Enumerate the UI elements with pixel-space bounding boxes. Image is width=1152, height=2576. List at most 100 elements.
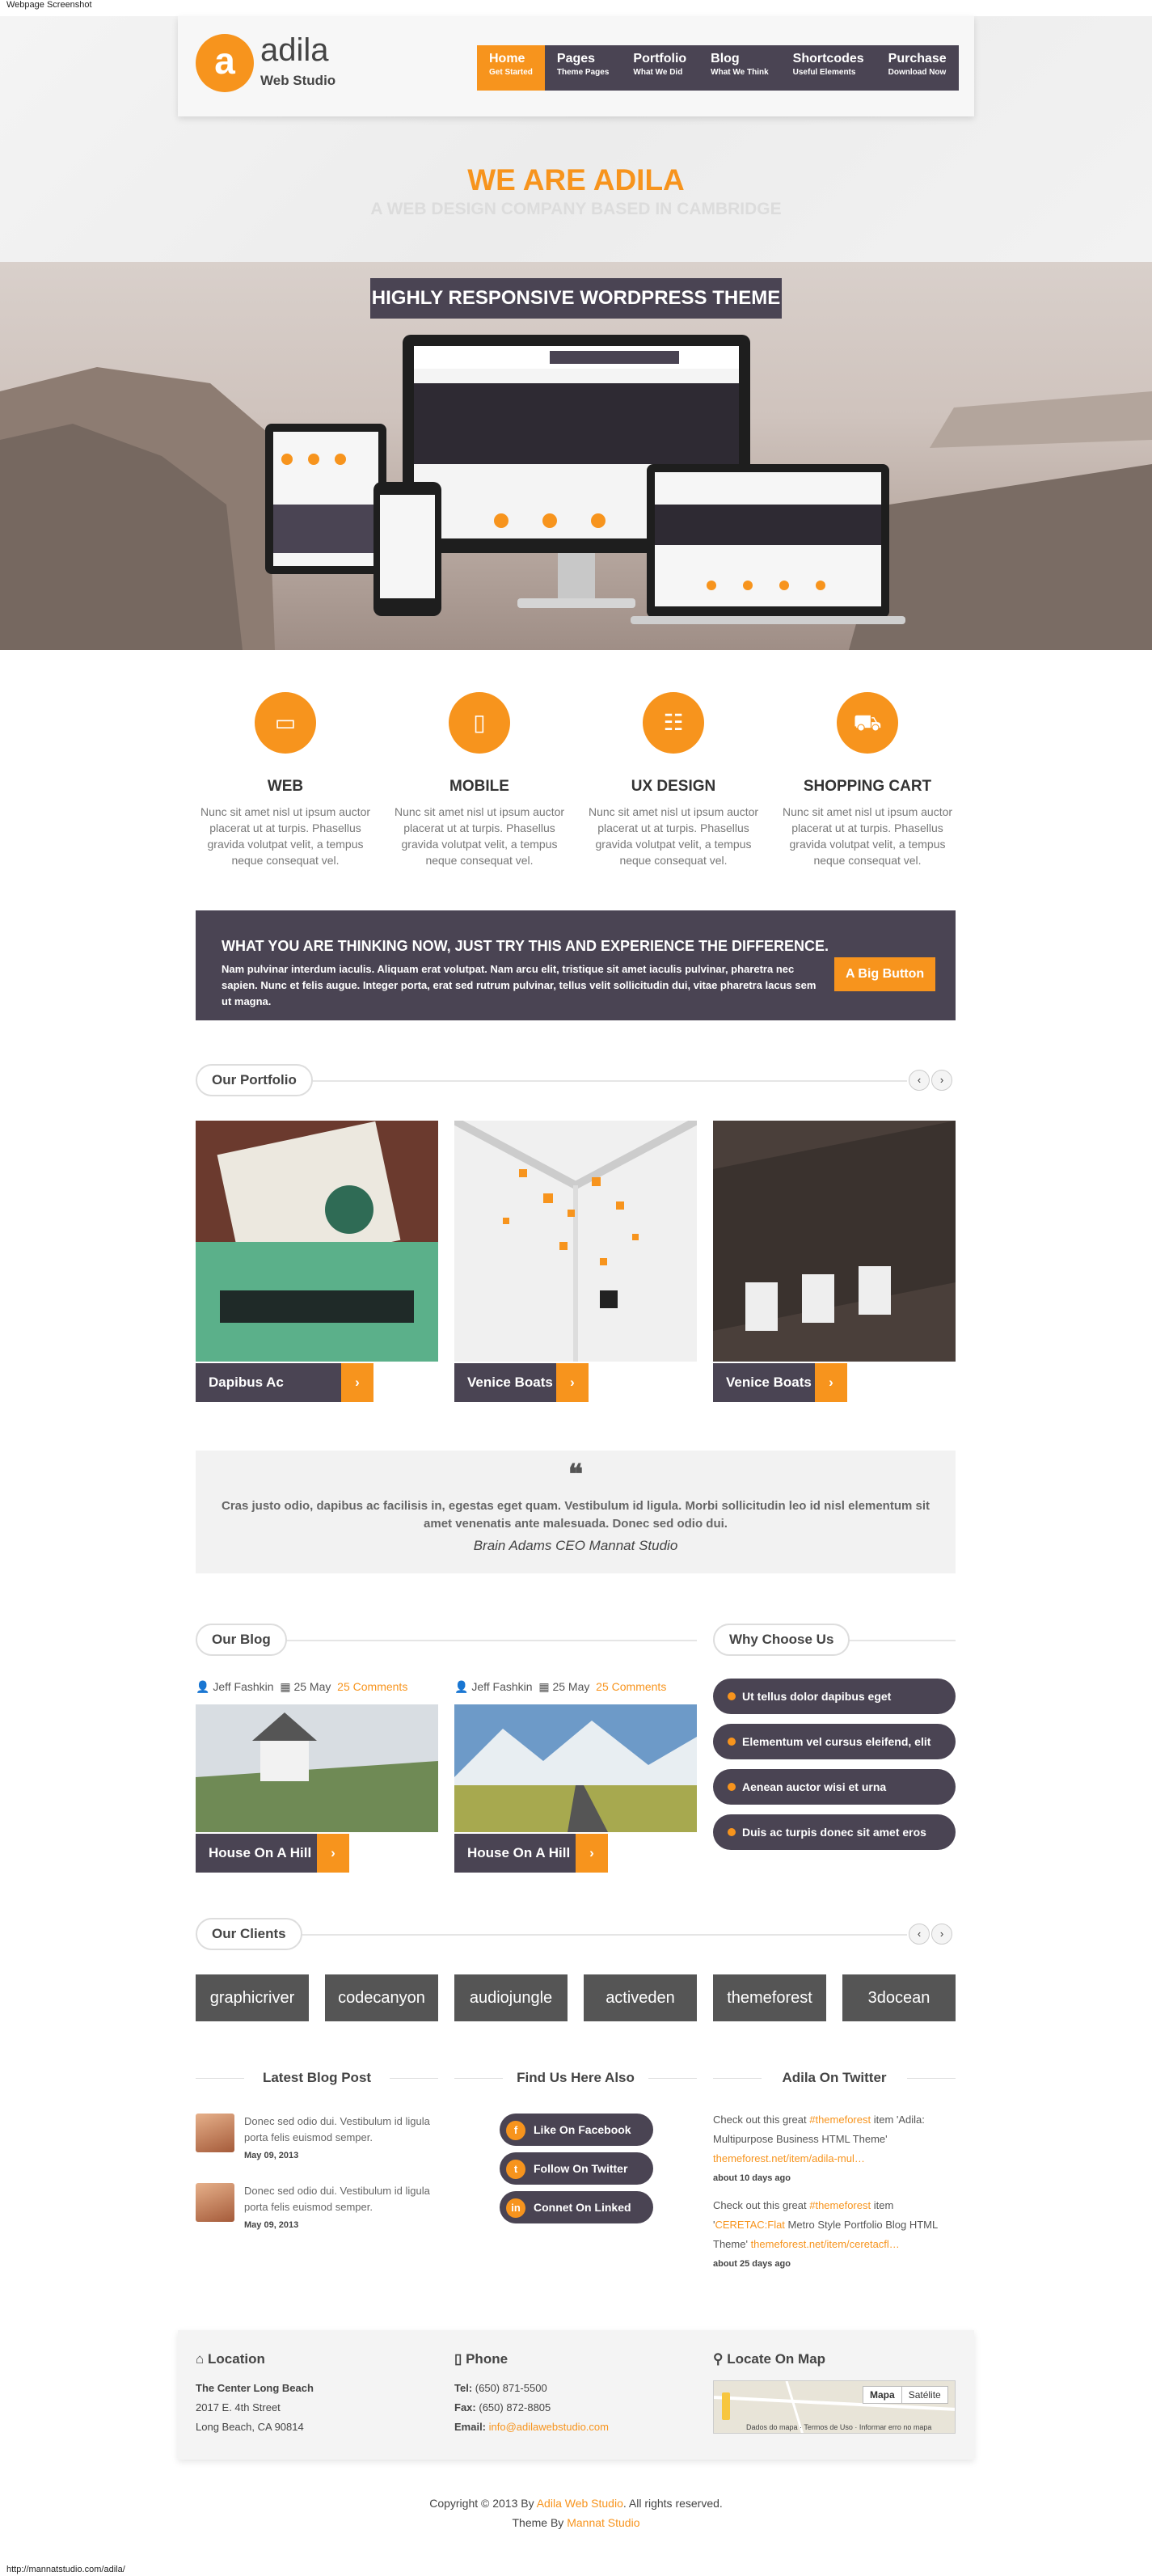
service-title: UX DESIGN — [631, 778, 716, 795]
section-divider — [243, 1080, 907, 1082]
portfolio-caption[interactable]: Venice Boats › — [454, 1363, 589, 1402]
mobile-icon: ▯ — [429, 692, 530, 754]
fax-value: (650) 872-8805 — [479, 2401, 551, 2413]
nav-blog[interactable]: Blog What We Think — [698, 45, 780, 91]
chevron-right-icon[interactable]: › — [341, 1363, 373, 1402]
tweet-link[interactable]: CERETAC:Flat — [715, 2219, 784, 2231]
nav-shortcodes[interactable]: Shortcodes Useful Elements — [781, 45, 876, 91]
logo-icon[interactable]: a — [196, 34, 254, 92]
latest-post[interactable]: Donec sed odio dui. Vestibulum id ligula… — [196, 2183, 438, 2230]
map-tab[interactable]: Satélite — [901, 2387, 947, 2403]
blog-caption[interactable]: House On A Hill › — [196, 1834, 349, 1873]
post-comments[interactable]: 25 Comments — [596, 1680, 666, 1693]
client-logo[interactable]: 3docean — [842, 1974, 956, 2021]
portfolio-image[interactable] — [196, 1121, 438, 1362]
chevron-right-icon[interactable]: › — [576, 1834, 608, 1873]
tweet-hashtag[interactable]: #themeforest — [809, 2114, 871, 2126]
portfolio-caption[interactable]: Dapibus Ac Facilisis › — [196, 1363, 373, 1429]
tweet-hashtag[interactable]: #themeforest — [809, 2199, 871, 2211]
bullet-icon — [728, 1783, 736, 1791]
client-logo[interactable]: activeden — [584, 1974, 697, 2021]
chevron-right-icon[interactable]: › — [556, 1363, 589, 1402]
nav-purchase[interactable]: Purchase Download Now — [876, 45, 959, 91]
client-logo[interactable]: audiojungle — [454, 1974, 568, 2021]
map-tab[interactable]: Mapa — [863, 2387, 901, 2403]
hero-banner — [0, 262, 1152, 650]
laptop-icon: ▭ — [235, 692, 335, 754]
chevron-right-icon[interactable]: › — [815, 1363, 847, 1402]
home-icon: ⌂ — [196, 2351, 205, 2367]
tweet-date: about 25 days ago — [713, 2259, 791, 2269]
tel-label: Tel: — [454, 2382, 473, 2394]
blog-caption[interactable]: House On A Hill › — [454, 1834, 608, 1873]
next-arrow-icon[interactable]: › — [931, 1924, 952, 1945]
phone-icon: ▯ — [454, 2351, 462, 2367]
latest-post[interactable]: Donec sed odio dui. Vestibulum id ligula… — [196, 2114, 438, 2160]
tel-value: (650) 871-5500 — [475, 2382, 547, 2394]
nav-label: Shortcodes — [792, 52, 864, 65]
theme-credit: Theme By Mannat Studio — [0, 2516, 1152, 2529]
theme-link[interactable]: Mannat Studio — [567, 2516, 639, 2529]
brand-link[interactable]: Adila Web Studio — [537, 2497, 623, 2510]
why-item[interactable]: Ut tellus dolor dapibus eget — [713, 1679, 956, 1714]
cta-button[interactable]: A Big Button — [834, 957, 936, 991]
portfolio-image[interactable] — [454, 1121, 697, 1362]
blog-image[interactable] — [454, 1704, 697, 1832]
map-type-control: Mapa Satélite — [863, 2386, 948, 2404]
main-nav: Home Get Started Pages Theme Pages Portfol… — [477, 45, 959, 91]
post-text: Donec sed odio dui. Vestibulum id ligula… — [244, 2115, 430, 2143]
portfolio-image[interactable] — [713, 1121, 956, 1362]
email-link[interactable]: info@adilawebstudio.com — [489, 2421, 609, 2433]
findus-heading: Find Us Here Also — [503, 2070, 648, 2086]
why-item[interactable]: Aenean auctor wisi et urna — [713, 1769, 956, 1805]
client-logo[interactable]: themeforest — [713, 1974, 826, 2021]
linkedin-button[interactable]: in Connet On Linked — [500, 2191, 653, 2223]
nav-sub: Useful Elements — [792, 68, 856, 77]
why-label: Elementum vel cursus eleifend, elit — [742, 1735, 931, 1748]
why-item[interactable]: Elementum vel cursus eleifend, elit — [713, 1724, 956, 1759]
client-logo[interactable]: graphicriver — [196, 1974, 309, 2021]
map-title: Locate On Map — [727, 2351, 826, 2367]
nav-home[interactable]: Home Get Started — [477, 45, 545, 91]
blog-image[interactable] — [196, 1704, 438, 1832]
nav-pages[interactable]: Pages Theme Pages — [545, 45, 621, 91]
footer-phone: ▯ Phone Tel: (650) 871-5500 Fax: (650) 8… — [454, 2350, 609, 2437]
nav-portfolio[interactable]: Portfolio What We Did — [621, 45, 698, 91]
service-title: WEB — [267, 778, 304, 795]
tweet-link[interactable]: themeforest.net/item/adila-mul… — [713, 2152, 865, 2164]
facebook-button[interactable]: f Like On Facebook — [500, 2114, 653, 2146]
nav-label: Purchase — [888, 52, 947, 65]
email-label: Email: — [454, 2421, 487, 2433]
testimonial: ❝ Cras justo odio, dapibus ac facilisis … — [196, 1451, 956, 1573]
chevron-right-icon[interactable]: › — [317, 1834, 349, 1873]
portfolio-caption[interactable]: Venice Boats › — [713, 1363, 847, 1402]
footer-map: ⚲ Locate On Map — [713, 2350, 825, 2379]
prev-arrow-icon[interactable]: ‹ — [909, 1924, 930, 1945]
post-date: 25 May — [293, 1680, 331, 1693]
prev-arrow-icon[interactable]: ‹ — [909, 1070, 930, 1091]
tweet: Check out this great #themeforest item '… — [713, 2196, 956, 2274]
why-item[interactable]: Duis ac turpis donec sit amet eros — [713, 1814, 956, 1850]
map-credit[interactable]: Dados do mapa · Termos de Uso · Informar… — [746, 2423, 931, 2431]
tweet-link[interactable]: themeforest.net/item/ceretacfl… — [751, 2238, 900, 2250]
map-widget[interactable]: Mapa Satélite Dados do mapa · Termos de U… — [713, 2380, 956, 2434]
service-text: Nunc sit amet nisl ut ipsum auctor place… — [394, 805, 565, 867]
next-arrow-icon[interactable]: › — [931, 1070, 952, 1091]
client-logo[interactable]: codecanyon — [325, 1974, 438, 2021]
logo-subtitle: Web Studio — [260, 73, 336, 88]
service-mobile: ▯ MOBILE Nunc sit amet nisl ut ipsum auc… — [386, 692, 572, 868]
post-author[interactable]: Jeff Fashkin — [213, 1680, 273, 1693]
why-label: Ut tellus dolor dapibus eget — [742, 1690, 892, 1703]
portfolio-title: Venice Boats — [726, 1375, 812, 1390]
blog-title: House On A Hill — [209, 1845, 312, 1860]
blog-meta: 👤 Jeff Fashkin ▦ 25 May 25 Comments — [196, 1680, 408, 1693]
logo-name[interactable]: adila — [260, 32, 329, 69]
post-comments[interactable]: 25 Comments — [337, 1680, 407, 1693]
hero-title: WE ARE ADILA — [467, 163, 685, 196]
hero-subtitle: A WEB DESIGN COMPANY BASED IN CAMBRIDGE — [370, 200, 782, 218]
post-author[interactable]: Jeff Fashkin — [471, 1680, 532, 1693]
quote-author: Brain Adams CEO Mannat Studio — [473, 1538, 678, 1553]
nav-label: Blog — [711, 52, 740, 65]
hero-illustration — [0, 335, 1152, 650]
twitter-button[interactable]: t Follow On Twitter — [500, 2152, 653, 2185]
